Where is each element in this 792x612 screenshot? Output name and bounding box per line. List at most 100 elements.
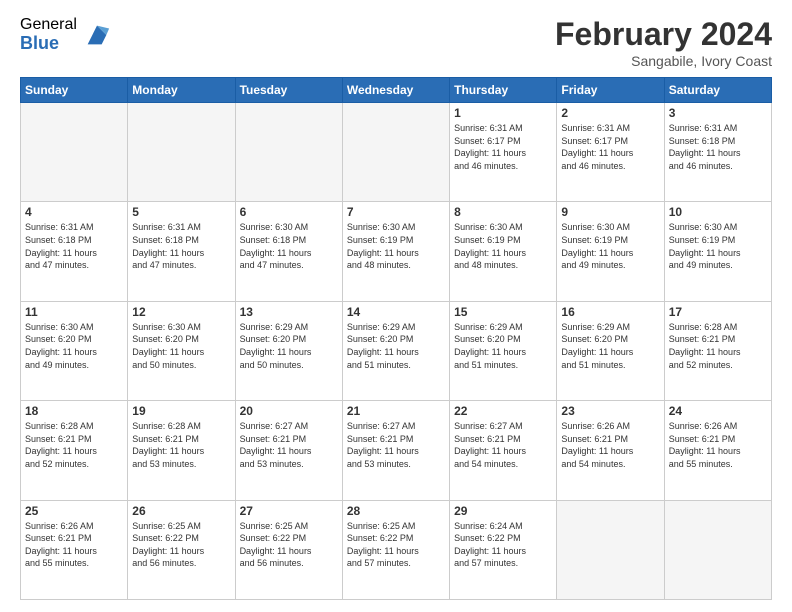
day-number: 22 [454,404,552,418]
calendar-cell: 27 Sunrise: 6:25 AM Sunset: 6:22 PM Dayli… [235,500,342,599]
calendar-cell: 26 Sunrise: 6:25 AM Sunset: 6:22 PM Dayli… [128,500,235,599]
logo: General Blue [20,16,111,53]
calendar-cell: 2 Sunrise: 6:31 AM Sunset: 6:17 PM Daylig… [557,103,664,202]
day-info: Sunrise: 6:27 AM Sunset: 6:21 PM Dayligh… [240,420,338,470]
calendar-cell: 17Sunrise: 6:28 AM Sunset: 6:21 PM Dayli… [664,301,771,400]
day-number: 23 [561,404,659,418]
day-info: Sunrise: 6:30 AM Sunset: 6:20 PM Dayligh… [132,321,230,371]
calendar-day-header: Tuesday [235,78,342,103]
day-info: Sunrise: 6:31 AM Sunset: 6:17 PM Dayligh… [561,122,659,172]
day-number: 3 [669,106,767,120]
calendar-cell: 5Sunrise: 6:31 AM Sunset: 6:18 PM Daylig… [128,202,235,301]
day-number: 28 [347,504,445,518]
calendar-cell [557,500,664,599]
day-number: 14 [347,305,445,319]
calendar-cell: 13 Sunrise: 6:29 AM Sunset: 6:20 PM Dayli… [235,301,342,400]
day-info: Sunrise: 6:26 AM Sunset: 6:21 PM Dayligh… [25,520,123,570]
day-info: Sunrise: 6:31 AM Sunset: 6:17 PM Dayligh… [454,122,552,172]
calendar-cell [235,103,342,202]
logo-icon [83,21,111,49]
day-number: 27 [240,504,338,518]
calendar-cell: 7 Sunrise: 6:30 AM Sunset: 6:19 PM Daylig… [342,202,449,301]
day-number: 21 [347,404,445,418]
calendar-cell: 3 Sunrise: 6:31 AM Sunset: 6:18 PM Daylig… [664,103,771,202]
day-info: Sunrise: 6:30 AM Sunset: 6:19 PM Dayligh… [561,221,659,271]
day-number: 18 [25,404,123,418]
calendar-week-row: 11Sunrise: 6:30 AM Sunset: 6:20 PM Dayli… [21,301,772,400]
day-info: Sunrise: 6:30 AM Sunset: 6:20 PM Dayligh… [25,321,123,371]
calendar-cell [342,103,449,202]
day-number: 29 [454,504,552,518]
day-info: Sunrise: 6:29 AM Sunset: 6:20 PM Dayligh… [240,321,338,371]
title-month: February 2024 [555,16,772,53]
title-block: February 2024 Sangabile, Ivory Coast [555,16,772,69]
day-number: 4 [25,205,123,219]
calendar-week-row: 18 Sunrise: 6:28 AM Sunset: 6:21 PM Dayli… [21,401,772,500]
day-number: 2 [561,106,659,120]
calendar-day-header: Friday [557,78,664,103]
day-info: Sunrise: 6:31 AM Sunset: 6:18 PM Dayligh… [25,221,123,271]
calendar-cell: 14 Sunrise: 6:29 AM Sunset: 6:20 PM Dayli… [342,301,449,400]
day-number: 16 [561,305,659,319]
day-number: 9 [561,205,659,219]
day-number: 26 [132,504,230,518]
logo-text: General Blue [20,16,77,53]
day-info: Sunrise: 6:29 AM Sunset: 6:20 PM Dayligh… [454,321,552,371]
calendar-week-row: 4 Sunrise: 6:31 AM Sunset: 6:18 PM Daylig… [21,202,772,301]
day-number: 17 [669,305,767,319]
day-info: Sunrise: 6:25 AM Sunset: 6:22 PM Dayligh… [347,520,445,570]
day-info: Sunrise: 6:30 AM Sunset: 6:19 PM Dayligh… [669,221,767,271]
day-info: Sunrise: 6:27 AM Sunset: 6:21 PM Dayligh… [454,420,552,470]
calendar-day-header: Wednesday [342,78,449,103]
calendar-cell: 21 Sunrise: 6:27 AM Sunset: 6:21 PM Dayli… [342,401,449,500]
calendar-cell [664,500,771,599]
calendar-week-row: 25 Sunrise: 6:26 AM Sunset: 6:21 PM Dayli… [21,500,772,599]
calendar-table: SundayMondayTuesdayWednesdayThursdayFrid… [20,77,772,600]
calendar-day-header: Monday [128,78,235,103]
day-number: 24 [669,404,767,418]
day-info: Sunrise: 6:30 AM Sunset: 6:19 PM Dayligh… [347,221,445,271]
day-info: Sunrise: 6:29 AM Sunset: 6:20 PM Dayligh… [347,321,445,371]
day-number: 5 [132,205,230,219]
day-info: Sunrise: 6:29 AM Sunset: 6:20 PM Dayligh… [561,321,659,371]
calendar-day-header: Thursday [450,78,557,103]
page: General Blue February 2024 Sangabile, Iv… [0,0,792,612]
calendar-week-row: 1 Sunrise: 6:31 AM Sunset: 6:17 PM Daylig… [21,103,772,202]
day-number: 13 [240,305,338,319]
day-info: Sunrise: 6:30 AM Sunset: 6:18 PM Dayligh… [240,221,338,271]
calendar-day-header: Sunday [21,78,128,103]
calendar-cell: 15 Sunrise: 6:29 AM Sunset: 6:20 PM Dayli… [450,301,557,400]
day-number: 1 [454,106,552,120]
day-info: Sunrise: 6:28 AM Sunset: 6:21 PM Dayligh… [25,420,123,470]
day-number: 7 [347,205,445,219]
calendar-cell: 24 Sunrise: 6:26 AM Sunset: 6:21 PM Dayli… [664,401,771,500]
day-number: 10 [669,205,767,219]
calendar-cell: 22 Sunrise: 6:27 AM Sunset: 6:21 PM Dayli… [450,401,557,500]
calendar-cell: 12Sunrise: 6:30 AM Sunset: 6:20 PM Dayli… [128,301,235,400]
calendar-cell: 16 Sunrise: 6:29 AM Sunset: 6:20 PM Dayli… [557,301,664,400]
day-number: 25 [25,504,123,518]
day-info: Sunrise: 6:26 AM Sunset: 6:21 PM Dayligh… [561,420,659,470]
calendar-cell: 19Sunrise: 6:28 AM Sunset: 6:21 PM Dayli… [128,401,235,500]
day-number: 19 [132,404,230,418]
calendar-cell [21,103,128,202]
day-number: 8 [454,205,552,219]
day-info: Sunrise: 6:24 AM Sunset: 6:22 PM Dayligh… [454,520,552,570]
logo-general: General [20,16,77,34]
calendar-cell: 10 Sunrise: 6:30 AM Sunset: 6:19 PM Dayli… [664,202,771,301]
calendar-day-header: Saturday [664,78,771,103]
calendar-cell: 25 Sunrise: 6:26 AM Sunset: 6:21 PM Dayli… [21,500,128,599]
day-info: Sunrise: 6:25 AM Sunset: 6:22 PM Dayligh… [132,520,230,570]
day-info: Sunrise: 6:25 AM Sunset: 6:22 PM Dayligh… [240,520,338,570]
calendar-cell: 11Sunrise: 6:30 AM Sunset: 6:20 PM Dayli… [21,301,128,400]
calendar-cell: 20Sunrise: 6:27 AM Sunset: 6:21 PM Dayli… [235,401,342,500]
day-info: Sunrise: 6:26 AM Sunset: 6:21 PM Dayligh… [669,420,767,470]
calendar-cell: 6Sunrise: 6:30 AM Sunset: 6:18 PM Daylig… [235,202,342,301]
calendar-cell: 4 Sunrise: 6:31 AM Sunset: 6:18 PM Daylig… [21,202,128,301]
day-info: Sunrise: 6:27 AM Sunset: 6:21 PM Dayligh… [347,420,445,470]
calendar-cell: 23 Sunrise: 6:26 AM Sunset: 6:21 PM Dayli… [557,401,664,500]
day-info: Sunrise: 6:31 AM Sunset: 6:18 PM Dayligh… [669,122,767,172]
header: General Blue February 2024 Sangabile, Iv… [20,16,772,69]
calendar-cell: 1 Sunrise: 6:31 AM Sunset: 6:17 PM Daylig… [450,103,557,202]
day-number: 15 [454,305,552,319]
